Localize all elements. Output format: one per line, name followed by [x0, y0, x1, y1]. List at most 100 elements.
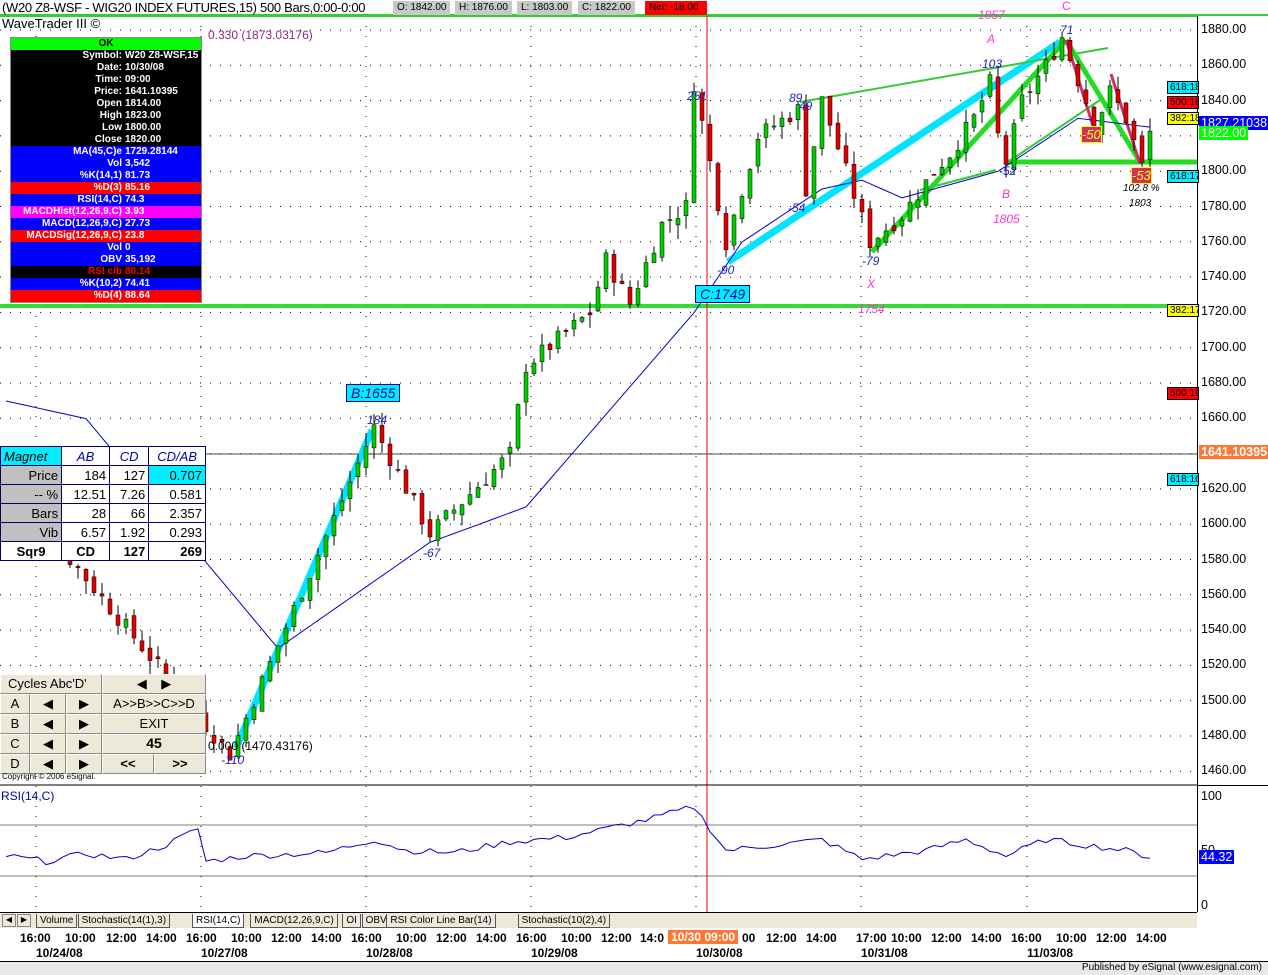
indicator-tab[interactable]: OI: [342, 914, 361, 928]
data-key: High: [99, 110, 122, 121]
indicator-tab[interactable]: Stochastic(14(1),3): [77, 914, 171, 928]
price-axis-label: 1720.00: [1201, 304, 1247, 319]
left-arrow-icon[interactable]: ◀: [30, 714, 66, 734]
data-value: 80.14: [125, 266, 151, 277]
date-label: 10/24/08: [36, 946, 83, 960]
right-arrow-icon[interactable]: ▶: [161, 676, 171, 691]
candle: [571, 319, 577, 330]
candle: [707, 123, 713, 162]
fib-tag: 618:18: [1167, 81, 1199, 94]
magnet-cell: 7.26: [109, 484, 150, 504]
right-arrow-icon[interactable]: ▶: [66, 714, 102, 734]
data-row: Time: 09:00: [11, 74, 201, 86]
price-axis-label: 1560.00: [1201, 586, 1247, 601]
level-label: 1803: [1129, 198, 1152, 209]
price-axis-label: 1480.00: [1201, 728, 1247, 742]
right-arrow-icon[interactable]: ▶: [66, 754, 102, 774]
cycles-nav[interactable]: ◀ ▶: [102, 674, 206, 694]
candle: [635, 288, 641, 305]
magnet-cell: 28: [61, 503, 111, 523]
data-key: Close: [94, 134, 122, 145]
next-button[interactable]: >>: [154, 754, 206, 774]
indicator-tab[interactable]: RSI(14,C): [192, 914, 245, 928]
candle: [763, 123, 769, 138]
data-value: 09:00: [125, 74, 151, 85]
indicator-tab[interactable]: Volume: [36, 914, 78, 928]
scroll-left-icon[interactable]: ◀: [2, 914, 16, 927]
time-label: 16:00: [1011, 931, 1042, 945]
left-arrow-icon[interactable]: ◀: [30, 754, 66, 774]
candle: [691, 91, 697, 203]
magnet-cell: Bars: [0, 503, 63, 523]
data-key: Symbol:: [82, 50, 122, 61]
magnet-cell: 0.707: [148, 465, 206, 485]
swing-label: -53: [1131, 167, 1152, 184]
time-label: 10:00: [891, 931, 922, 945]
close-price-tag: 1822.00: [1199, 126, 1249, 140]
magnet-row: Sqr9 CD 127 269: [0, 541, 206, 561]
left-arrow-icon[interactable]: ◀: [30, 734, 66, 754]
candle: [387, 443, 393, 466]
time-label: 14:00: [476, 931, 507, 945]
cycle-row-label: C: [0, 734, 30, 754]
date-label: 10/28/08: [366, 946, 413, 960]
copyright: Copyright © 2006 eSignal.: [2, 772, 96, 781]
candle: [427, 519, 433, 538]
candle: [963, 121, 969, 153]
candle: [723, 213, 729, 251]
scroll-right-icon[interactable]: ▶: [17, 914, 31, 927]
time-label: 14:00: [311, 931, 342, 945]
candle: [75, 566, 81, 568]
candle: [995, 76, 1001, 134]
candle: [1027, 91, 1033, 93]
right-arrow-icon[interactable]: ▶: [66, 694, 102, 714]
left-arrow-icon[interactable]: ◀: [30, 694, 66, 714]
data-row: %D(4) 88.64: [11, 290, 201, 302]
data-value: W20 Z8-WSF,15: [125, 50, 199, 61]
price-axis-label: 1580.00: [1201, 551, 1247, 566]
right-arrow-icon[interactable]: ▶: [66, 734, 102, 754]
swing-label: -79: [862, 254, 880, 268]
sequence-button[interactable]: A>>B>>C>>D: [102, 694, 206, 714]
wave-line: [1063, 38, 1143, 164]
candle: [531, 362, 537, 374]
magnet-row: -- % 12.51 7.26 0.581: [0, 484, 206, 504]
data-value: 23.8: [125, 230, 145, 241]
data-key: %D(3): [93, 182, 122, 193]
cursor-time-tag: 10/30 09:00: [668, 930, 739, 944]
data-row: Vol 0: [11, 242, 201, 254]
price-axis[interactable]: 1880.001860.001840.001820.001800.001780.…: [1167, 16, 1268, 912]
candle: [107, 598, 113, 615]
candle: [507, 446, 513, 454]
exit-button[interactable]: EXIT: [102, 714, 206, 734]
data-key: %K(14,1): [79, 170, 122, 181]
price-axis-label: 1780.00: [1201, 198, 1247, 213]
candle: [843, 145, 849, 164]
indicator-tab[interactable]: MACD(12,26,9,C): [250, 914, 338, 928]
price-axis-label: 1660.00: [1201, 410, 1247, 425]
candle: [291, 604, 297, 627]
data-value: 1820.00: [125, 134, 162, 145]
data-key: OBV: [100, 254, 122, 265]
candle: [811, 146, 817, 199]
date-label: 11/03/08: [1027, 946, 1074, 960]
left-arrow-icon[interactable]: ◀: [137, 676, 147, 691]
candle: [1035, 75, 1041, 95]
candle: [979, 100, 985, 113]
cycles-title: Cycles Abc'D': [0, 674, 102, 694]
candle: [987, 74, 993, 97]
indicator-tab[interactable]: RSI Color Line Bar(14): [386, 914, 496, 928]
wave-line: [232, 428, 376, 750]
data-key: Vol: [107, 158, 122, 169]
time-label: 10:00: [65, 931, 96, 945]
candle: [1147, 130, 1153, 160]
magnet-cell: 1.92: [109, 522, 150, 542]
prev-button[interactable]: <<: [102, 754, 154, 774]
data-value: 85.16: [125, 182, 151, 193]
time-label: 10:00: [561, 931, 592, 945]
candle: [1123, 102, 1129, 124]
candle: [443, 510, 449, 520]
ok-button[interactable]: OK: [11, 38, 201, 50]
indicator-tab[interactable]: Stochastic(10(2),4): [517, 914, 611, 928]
time-label: 12:00: [1096, 931, 1127, 945]
